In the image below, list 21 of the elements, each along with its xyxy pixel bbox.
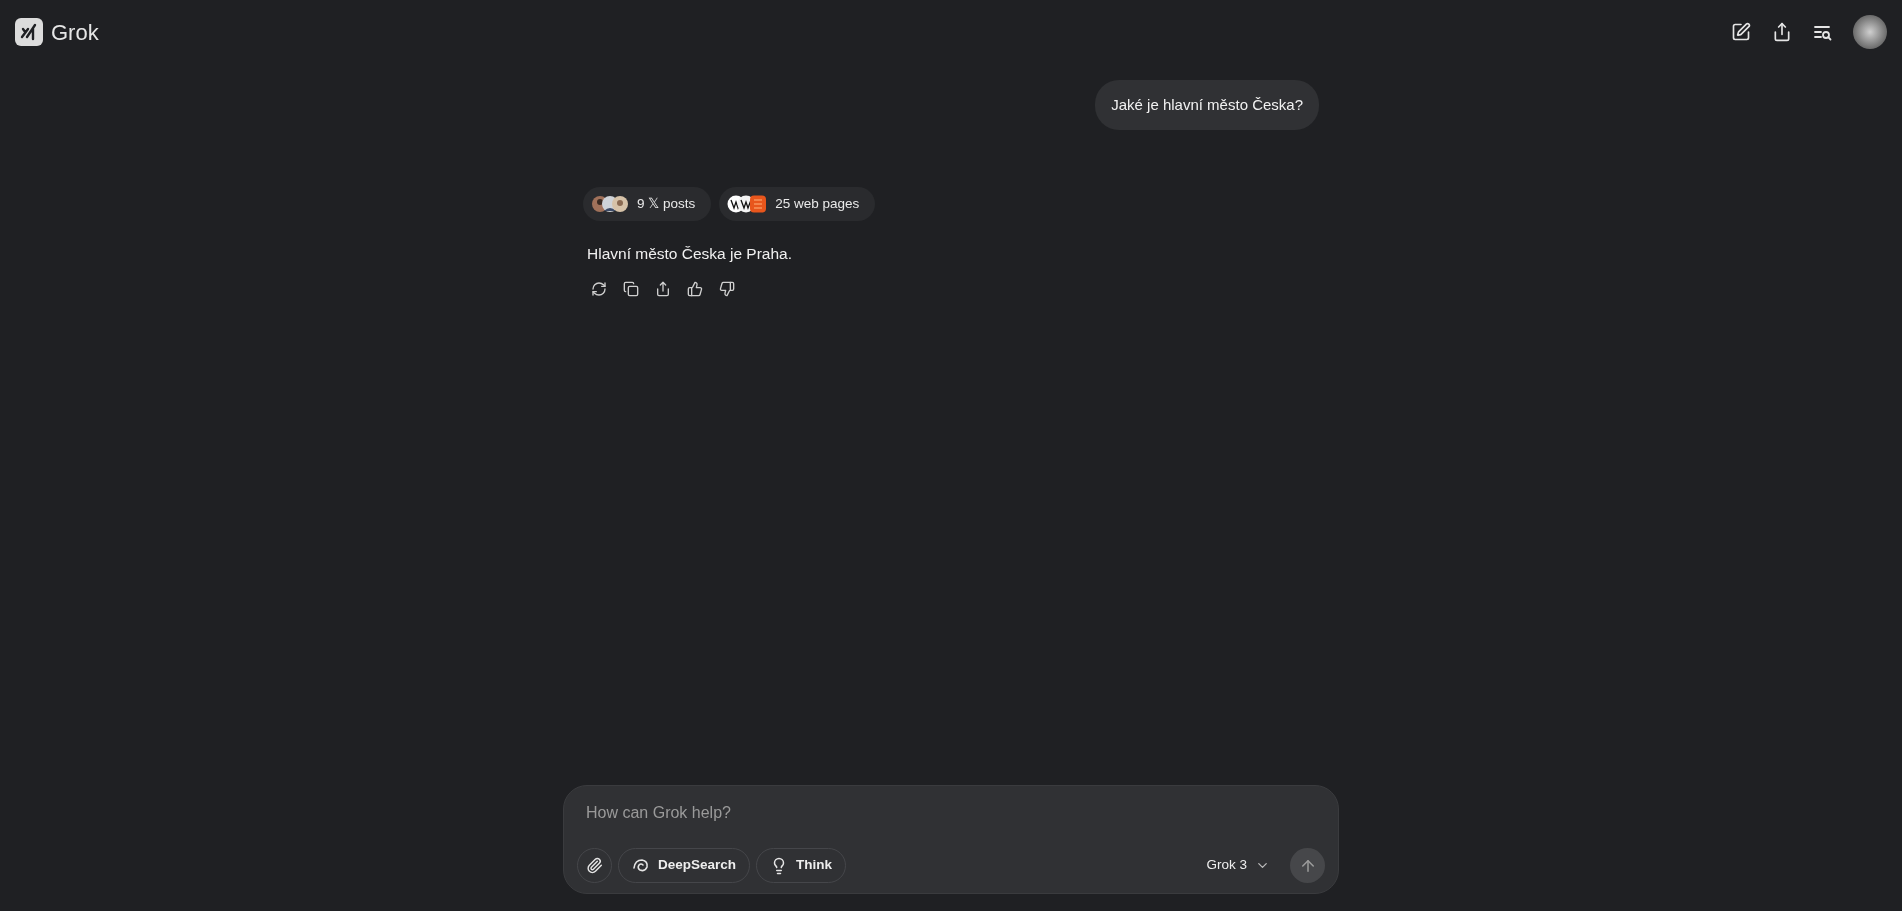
edit-icon <box>1731 22 1751 42</box>
share-icon <box>1772 22 1792 42</box>
new-chat-button[interactable] <box>1730 21 1752 43</box>
model-selector[interactable]: Grok 3 <box>1198 848 1278 883</box>
profile-avatars-icon <box>591 195 629 213</box>
paperclip-icon <box>586 857 603 874</box>
copy-icon <box>623 281 639 298</box>
share-icon <box>655 281 671 298</box>
logo-icon <box>15 18 43 46</box>
website-icons <box>727 195 768 213</box>
answer-text: Hlavní město Česka je Praha. <box>587 244 794 264</box>
thumbs-up-icon <box>687 281 703 298</box>
sources-button[interactable]: 9 𝕏 posts <box>583 187 712 221</box>
user-avatar[interactable] <box>1853 15 1887 49</box>
user-message: Jaké je hlavní město Česka? <box>1095 80 1319 130</box>
sources-button[interactable]: 25 web pages <box>719 187 876 221</box>
refresh-icon <box>591 281 607 298</box>
send-button[interactable] <box>1290 848 1325 883</box>
message-input[interactable]: How can Grok help? <box>577 799 1325 827</box>
brand-name: Grok <box>51 18 99 47</box>
thumbs-down-icon <box>719 281 735 298</box>
